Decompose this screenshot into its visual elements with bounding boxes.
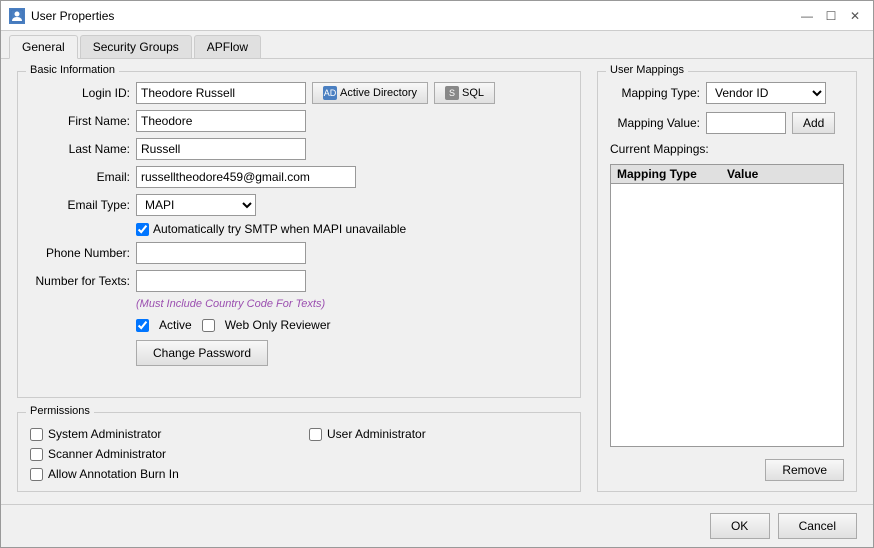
mappings-table-body: [611, 184, 843, 443]
email-input[interactable]: [136, 166, 356, 188]
mapping-value-row: Mapping Value: Add: [610, 112, 844, 134]
permissions-section: Permissions System Administrator User Ad…: [17, 412, 581, 492]
perm-empty: [309, 447, 568, 461]
annotation-burn-label: Allow Annotation Burn In: [48, 467, 179, 481]
email-type-label: Email Type:: [30, 198, 130, 212]
phone-label: Phone Number:: [30, 246, 130, 260]
user-properties-window: User Properties — ☐ ✕ General Security G…: [0, 0, 874, 548]
mappings-table: Mapping Type Value: [610, 164, 844, 447]
change-password-button[interactable]: Change Password: [136, 340, 268, 366]
bottom-bar: OK Cancel: [1, 504, 873, 547]
ad-icon: AD: [323, 86, 337, 100]
permissions-grid: System Administrator User Administrator …: [30, 427, 568, 481]
mapping-type-col-header: Mapping Type: [617, 167, 727, 181]
ok-button[interactable]: OK: [710, 513, 770, 539]
user-admin-checkbox[interactable]: [309, 428, 322, 441]
cancel-button[interactable]: Cancel: [778, 513, 857, 539]
titlebar: User Properties — ☐ ✕: [1, 1, 873, 31]
current-mappings-label: Current Mappings:: [610, 142, 844, 156]
last-name-row: Last Name:: [30, 138, 568, 160]
email-label: Email:: [30, 170, 130, 184]
phone-input[interactable]: [136, 242, 306, 264]
active-label: Active: [159, 318, 192, 332]
close-button[interactable]: ✕: [845, 6, 865, 26]
maximize-button[interactable]: ☐: [821, 6, 841, 26]
mapping-type-select[interactable]: Vendor ID Customer ID Employee ID: [706, 82, 826, 104]
last-name-label: Last Name:: [30, 142, 130, 156]
remove-mapping-button[interactable]: Remove: [765, 459, 844, 481]
first-name-input[interactable]: [136, 110, 306, 132]
annotation-burn-checkbox[interactable]: [30, 468, 43, 481]
remove-btn-container: Remove: [610, 453, 844, 481]
scanner-admin-label: Scanner Administrator: [48, 447, 166, 461]
web-only-label: Web Only Reviewer: [225, 318, 331, 332]
window-title: User Properties: [31, 9, 114, 23]
perm-annotation: Allow Annotation Burn In: [30, 467, 289, 481]
basic-info-title: Basic Information: [26, 64, 119, 76]
texts-label: Number for Texts:: [30, 274, 130, 288]
system-admin-label: System Administrator: [48, 427, 161, 441]
login-id-input-group: AD Active Directory S SQL: [136, 82, 495, 104]
perm-scanner-admin: Scanner Administrator: [30, 447, 289, 461]
perm-user-admin: User Administrator: [309, 427, 568, 441]
country-note: (Must Include Country Code For Texts): [136, 298, 568, 310]
user-mappings-section: User Mappings Mapping Type: Vendor ID Cu…: [597, 71, 857, 492]
first-name-row: First Name:: [30, 110, 568, 132]
login-id-label: Login ID:: [30, 86, 130, 100]
texts-row: Number for Texts:: [30, 270, 568, 292]
phone-row: Phone Number:: [30, 242, 568, 264]
minimize-button[interactable]: —: [797, 6, 817, 26]
window-icon: [9, 8, 25, 24]
active-checkbox[interactable]: [136, 319, 149, 332]
tab-general[interactable]: General: [9, 35, 78, 59]
user-mappings-title: User Mappings: [606, 64, 688, 76]
user-admin-label: User Administrator: [327, 427, 426, 441]
texts-input[interactable]: [136, 270, 306, 292]
email-type-select[interactable]: MAPI SMTP: [136, 194, 256, 216]
tab-apflow[interactable]: APFlow: [194, 35, 261, 58]
login-id-row: Login ID: AD Active Directory S SQL: [30, 82, 568, 104]
first-name-label: First Name:: [30, 114, 130, 128]
scanner-admin-checkbox[interactable]: [30, 448, 43, 461]
mapping-type-row: Mapping Type: Vendor ID Customer ID Empl…: [610, 82, 844, 104]
smtp-checkbox-row: Automatically try SMTP when MAPI unavail…: [136, 222, 568, 236]
tab-bar: General Security Groups APFlow: [1, 31, 873, 59]
web-only-checkbox[interactable]: [202, 319, 215, 332]
email-row: Email:: [30, 166, 568, 188]
mappings-table-header: Mapping Type Value: [611, 165, 843, 184]
titlebar-left: User Properties: [9, 8, 114, 24]
mapping-value-label: Mapping Value:: [610, 116, 700, 130]
system-admin-checkbox[interactable]: [30, 428, 43, 441]
titlebar-controls: — ☐ ✕: [797, 6, 865, 26]
add-mapping-button[interactable]: Add: [792, 112, 835, 134]
last-name-input[interactable]: [136, 138, 306, 160]
mapping-type-label: Mapping Type:: [610, 86, 700, 100]
mapping-value-input[interactable]: [706, 112, 786, 134]
main-row: Basic Information Login ID: AD Active Di…: [17, 71, 857, 492]
permissions-title: Permissions: [26, 405, 94, 417]
mapping-value-col-header: Value: [727, 167, 837, 181]
tab-security-groups[interactable]: Security Groups: [80, 35, 192, 58]
sql-icon: S: [445, 86, 459, 100]
smtp-checkbox[interactable]: [136, 223, 149, 236]
smtp-label: Automatically try SMTP when MAPI unavail…: [153, 222, 406, 236]
tab-content: Basic Information Login ID: AD Active Di…: [1, 59, 873, 504]
active-row: Active Web Only Reviewer: [136, 318, 568, 332]
email-type-row: Email Type: MAPI SMTP: [30, 194, 568, 216]
basic-info-section: Basic Information Login ID: AD Active Di…: [17, 71, 581, 398]
sql-button[interactable]: S SQL: [434, 82, 495, 104]
login-id-input[interactable]: [136, 82, 306, 104]
perm-system-admin: System Administrator: [30, 427, 289, 441]
active-directory-button[interactable]: AD Active Directory: [312, 82, 428, 104]
